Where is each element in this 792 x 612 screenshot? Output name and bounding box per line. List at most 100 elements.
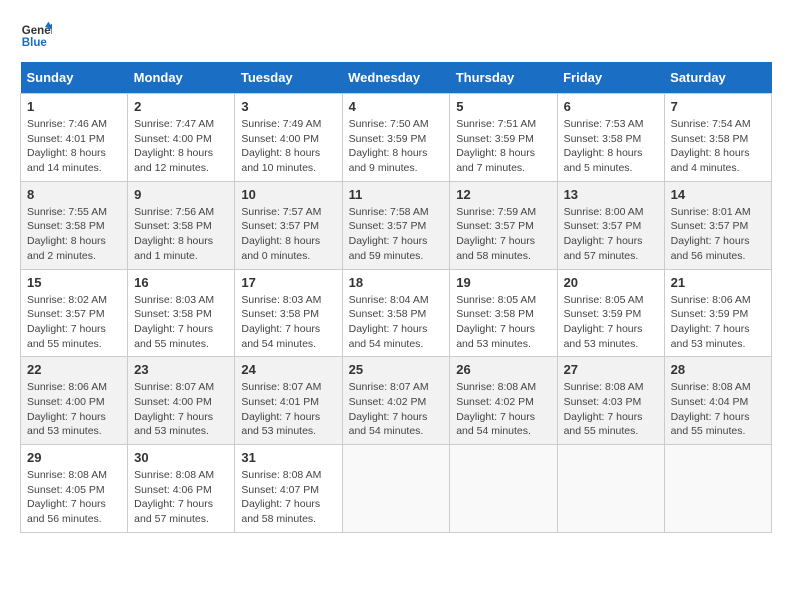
day-number: 12 [456,187,550,202]
calendar-cell: 10 Sunrise: 7:57 AM Sunset: 3:57 PM Dayli… [235,181,342,269]
day-info: Sunrise: 8:02 AM Sunset: 3:57 PM Dayligh… [27,293,121,352]
day-number: 24 [241,362,335,377]
calendar-cell: 16Sunrise: 8:03 AM Sunset: 3:58 PM Dayli… [128,269,235,357]
day-info: Sunrise: 7:55 AM Sunset: 3:58 PM Dayligh… [27,205,121,264]
weekday-header-sunday: Sunday [21,62,128,94]
day-info: Sunrise: 8:06 AM Sunset: 4:00 PM Dayligh… [27,380,121,439]
calendar-cell: 6Sunrise: 7:53 AM Sunset: 3:58 PM Daylig… [557,94,664,182]
page-header: General Blue [20,20,772,52]
calendar-cell: 30 Sunrise: 8:08 AM Sunset: 4:06 PM Dayli… [128,445,235,533]
day-info: Sunrise: 8:08 AM Sunset: 4:02 PM Dayligh… [456,380,550,439]
calendar-week-1: 1Sunrise: 7:46 AM Sunset: 4:01 PM Daylig… [21,94,772,182]
calendar-table: SundayMondayTuesdayWednesdayThursdayFrid… [20,62,772,533]
calendar-cell: 8Sunrise: 7:55 AM Sunset: 3:58 PM Daylig… [21,181,128,269]
day-number: 3 [241,99,335,114]
calendar-cell: 9 Sunrise: 7:56 AM Sunset: 3:58 PM Daylig… [128,181,235,269]
day-info: Sunrise: 7:54 AM Sunset: 3:58 PM Dayligh… [671,117,765,176]
day-info: Sunrise: 7:56 AM Sunset: 3:58 PM Dayligh… [134,205,228,264]
day-info: Sunrise: 8:08 AM Sunset: 4:05 PM Dayligh… [27,468,121,527]
day-number: 23 [134,362,228,377]
day-info: Sunrise: 7:46 AM Sunset: 4:01 PM Dayligh… [27,117,121,176]
day-info: Sunrise: 7:50 AM Sunset: 3:59 PM Dayligh… [349,117,444,176]
day-number: 14 [671,187,765,202]
day-number: 10 [241,187,335,202]
day-number: 2 [134,99,228,114]
calendar-week-3: 15 Sunrise: 8:02 AM Sunset: 3:57 PM Dayli… [21,269,772,357]
logo: General Blue [20,20,60,52]
weekday-header-thursday: Thursday [450,62,557,94]
day-info: Sunrise: 7:51 AM Sunset: 3:59 PM Dayligh… [456,117,550,176]
calendar-cell: 29 Sunrise: 8:08 AM Sunset: 4:05 PM Dayli… [21,445,128,533]
day-number: 30 [134,450,228,465]
calendar-cell: 7Sunrise: 7:54 AM Sunset: 3:58 PM Daylig… [664,94,771,182]
day-info: Sunrise: 7:49 AM Sunset: 4:00 PM Dayligh… [241,117,335,176]
day-info: Sunrise: 8:07 AM Sunset: 4:02 PM Dayligh… [349,380,444,439]
calendar-cell: 20 Sunrise: 8:05 AM Sunset: 3:59 PM Dayli… [557,269,664,357]
calendar-cell: 27Sunrise: 8:08 AM Sunset: 4:03 PM Dayli… [557,357,664,445]
calendar-cell: 11 Sunrise: 7:58 AM Sunset: 3:57 PM Dayli… [342,181,450,269]
day-info: Sunrise: 8:04 AM Sunset: 3:58 PM Dayligh… [349,293,444,352]
weekday-header-tuesday: Tuesday [235,62,342,94]
day-number: 22 [27,362,121,377]
calendar-cell: 18Sunrise: 8:04 AM Sunset: 3:58 PM Dayli… [342,269,450,357]
day-info: Sunrise: 8:00 AM Sunset: 3:57 PM Dayligh… [564,205,658,264]
logo-icon: General Blue [20,20,52,52]
day-number: 5 [456,99,550,114]
weekday-header-wednesday: Wednesday [342,62,450,94]
day-info: Sunrise: 7:59 AM Sunset: 3:57 PM Dayligh… [456,205,550,264]
calendar-cell [664,445,771,533]
calendar-cell: 5 Sunrise: 7:51 AM Sunset: 3:59 PM Daylig… [450,94,557,182]
day-info: Sunrise: 8:08 AM Sunset: 4:03 PM Dayligh… [564,380,658,439]
calendar-week-5: 29 Sunrise: 8:08 AM Sunset: 4:05 PM Dayli… [21,445,772,533]
calendar-cell: 14Sunrise: 8:01 AM Sunset: 3:57 PM Dayli… [664,181,771,269]
day-number: 9 [134,187,228,202]
calendar-cell: 2 Sunrise: 7:47 AM Sunset: 4:00 PM Daylig… [128,94,235,182]
svg-text:Blue: Blue [22,37,48,49]
day-info: Sunrise: 8:08 AM Sunset: 4:04 PM Dayligh… [671,380,765,439]
calendar-cell: 24 Sunrise: 8:07 AM Sunset: 4:01 PM Dayli… [235,357,342,445]
calendar-cell: 23 Sunrise: 8:07 AM Sunset: 4:00 PM Dayli… [128,357,235,445]
weekday-header-monday: Monday [128,62,235,94]
calendar-cell: 21Sunrise: 8:06 AM Sunset: 3:59 PM Dayli… [664,269,771,357]
calendar-cell [557,445,664,533]
weekday-header-saturday: Saturday [664,62,771,94]
day-info: Sunrise: 7:47 AM Sunset: 4:00 PM Dayligh… [134,117,228,176]
day-number: 6 [564,99,658,114]
day-number: 26 [456,362,550,377]
day-info: Sunrise: 7:57 AM Sunset: 3:57 PM Dayligh… [241,205,335,264]
calendar-cell: 13 Sunrise: 8:00 AM Sunset: 3:57 PM Dayli… [557,181,664,269]
day-info: Sunrise: 7:58 AM Sunset: 3:57 PM Dayligh… [349,205,444,264]
day-number: 25 [349,362,444,377]
day-info: Sunrise: 8:07 AM Sunset: 4:00 PM Dayligh… [134,380,228,439]
day-number: 4 [349,99,444,114]
calendar-cell: 22 Sunrise: 8:06 AM Sunset: 4:00 PM Dayli… [21,357,128,445]
calendar-cell: 4 Sunrise: 7:50 AM Sunset: 3:59 PM Daylig… [342,94,450,182]
calendar-week-2: 8Sunrise: 7:55 AM Sunset: 3:58 PM Daylig… [21,181,772,269]
calendar-week-4: 22 Sunrise: 8:06 AM Sunset: 4:00 PM Dayli… [21,357,772,445]
calendar-cell: 17 Sunrise: 8:03 AM Sunset: 3:58 PM Dayli… [235,269,342,357]
calendar-cell: 3 Sunrise: 7:49 AM Sunset: 4:00 PM Daylig… [235,94,342,182]
day-number: 29 [27,450,121,465]
day-info: Sunrise: 8:08 AM Sunset: 4:07 PM Dayligh… [241,468,335,527]
day-number: 11 [349,187,444,202]
day-info: Sunrise: 8:08 AM Sunset: 4:06 PM Dayligh… [134,468,228,527]
day-info: Sunrise: 8:05 AM Sunset: 3:58 PM Dayligh… [456,293,550,352]
day-number: 15 [27,275,121,290]
day-number: 16 [134,275,228,290]
day-info: Sunrise: 8:03 AM Sunset: 3:58 PM Dayligh… [241,293,335,352]
calendar-cell: 31Sunrise: 8:08 AM Sunset: 4:07 PM Dayli… [235,445,342,533]
day-number: 17 [241,275,335,290]
calendar-cell: 28 Sunrise: 8:08 AM Sunset: 4:04 PM Dayli… [664,357,771,445]
calendar-cell: 19 Sunrise: 8:05 AM Sunset: 3:58 PM Dayli… [450,269,557,357]
calendar-cell: 1Sunrise: 7:46 AM Sunset: 4:01 PM Daylig… [21,94,128,182]
day-info: Sunrise: 8:05 AM Sunset: 3:59 PM Dayligh… [564,293,658,352]
day-number: 13 [564,187,658,202]
day-number: 28 [671,362,765,377]
calendar-cell: 26 Sunrise: 8:08 AM Sunset: 4:02 PM Dayli… [450,357,557,445]
day-info: Sunrise: 8:06 AM Sunset: 3:59 PM Dayligh… [671,293,765,352]
day-number: 20 [564,275,658,290]
day-info: Sunrise: 8:07 AM Sunset: 4:01 PM Dayligh… [241,380,335,439]
calendar-cell: 15 Sunrise: 8:02 AM Sunset: 3:57 PM Dayli… [21,269,128,357]
day-number: 19 [456,275,550,290]
calendar-cell: 25 Sunrise: 8:07 AM Sunset: 4:02 PM Dayli… [342,357,450,445]
